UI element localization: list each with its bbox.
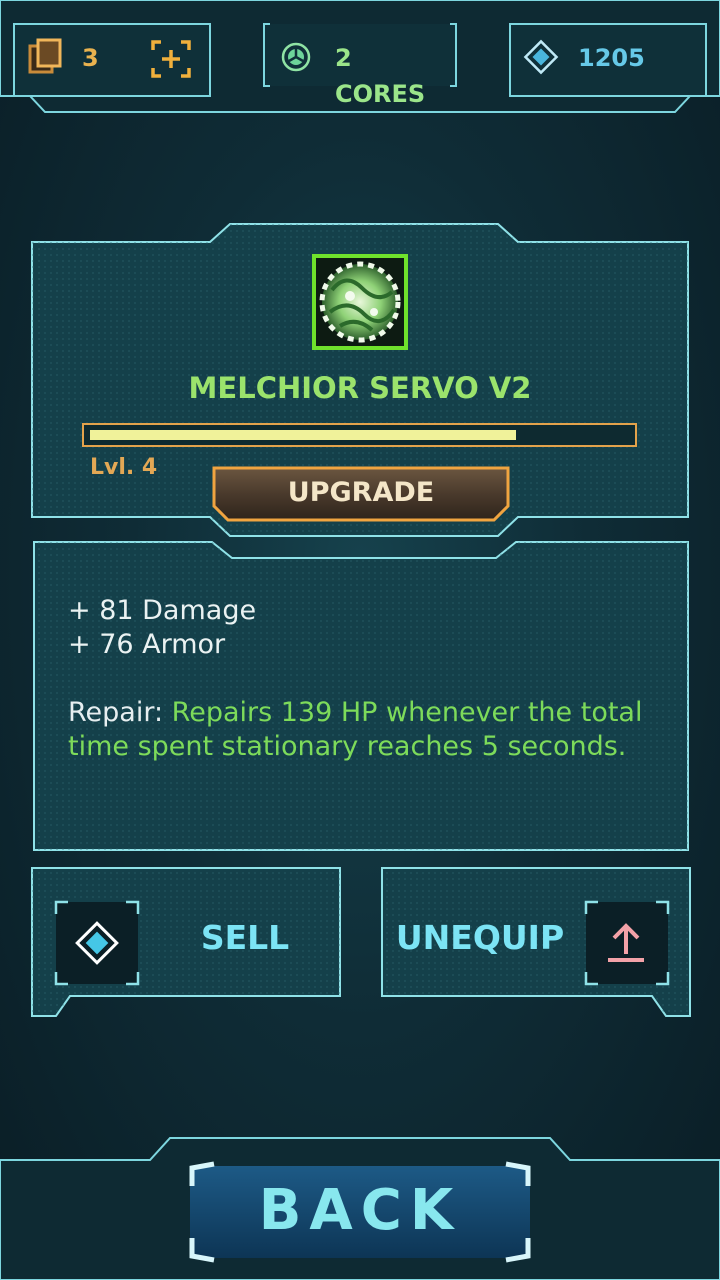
item-name: MELCHIOR SERVO V2 <box>188 371 532 405</box>
upgrade-progress-bar <box>82 423 637 447</box>
add-cards-button[interactable] <box>150 38 194 80</box>
sell-label: SELL <box>200 918 290 957</box>
upgrade-button[interactable]: UPGRADE <box>214 470 508 518</box>
cores-label: 2 CORES <box>335 44 426 108</box>
repair-description: Repair: Repairs 139 HP whenever the tota… <box>68 696 653 764</box>
servo-gear-icon <box>312 254 408 350</box>
armor-stat: + 76 Armor <box>68 629 226 660</box>
progress-fill <box>90 430 516 440</box>
cards-icon <box>28 38 62 74</box>
unequip-label: UNEQUIP <box>395 918 565 957</box>
back-button[interactable]: BACK <box>190 1162 530 1260</box>
gems-count: 1205 <box>578 44 645 72</box>
item-level: Lvl. 4 <box>90 455 158 480</box>
damage-stat: + 81 Damage <box>68 595 257 626</box>
repair-label: Repair: <box>68 697 172 728</box>
cards-count: 3 <box>82 44 99 72</box>
core-icon <box>281 42 311 72</box>
